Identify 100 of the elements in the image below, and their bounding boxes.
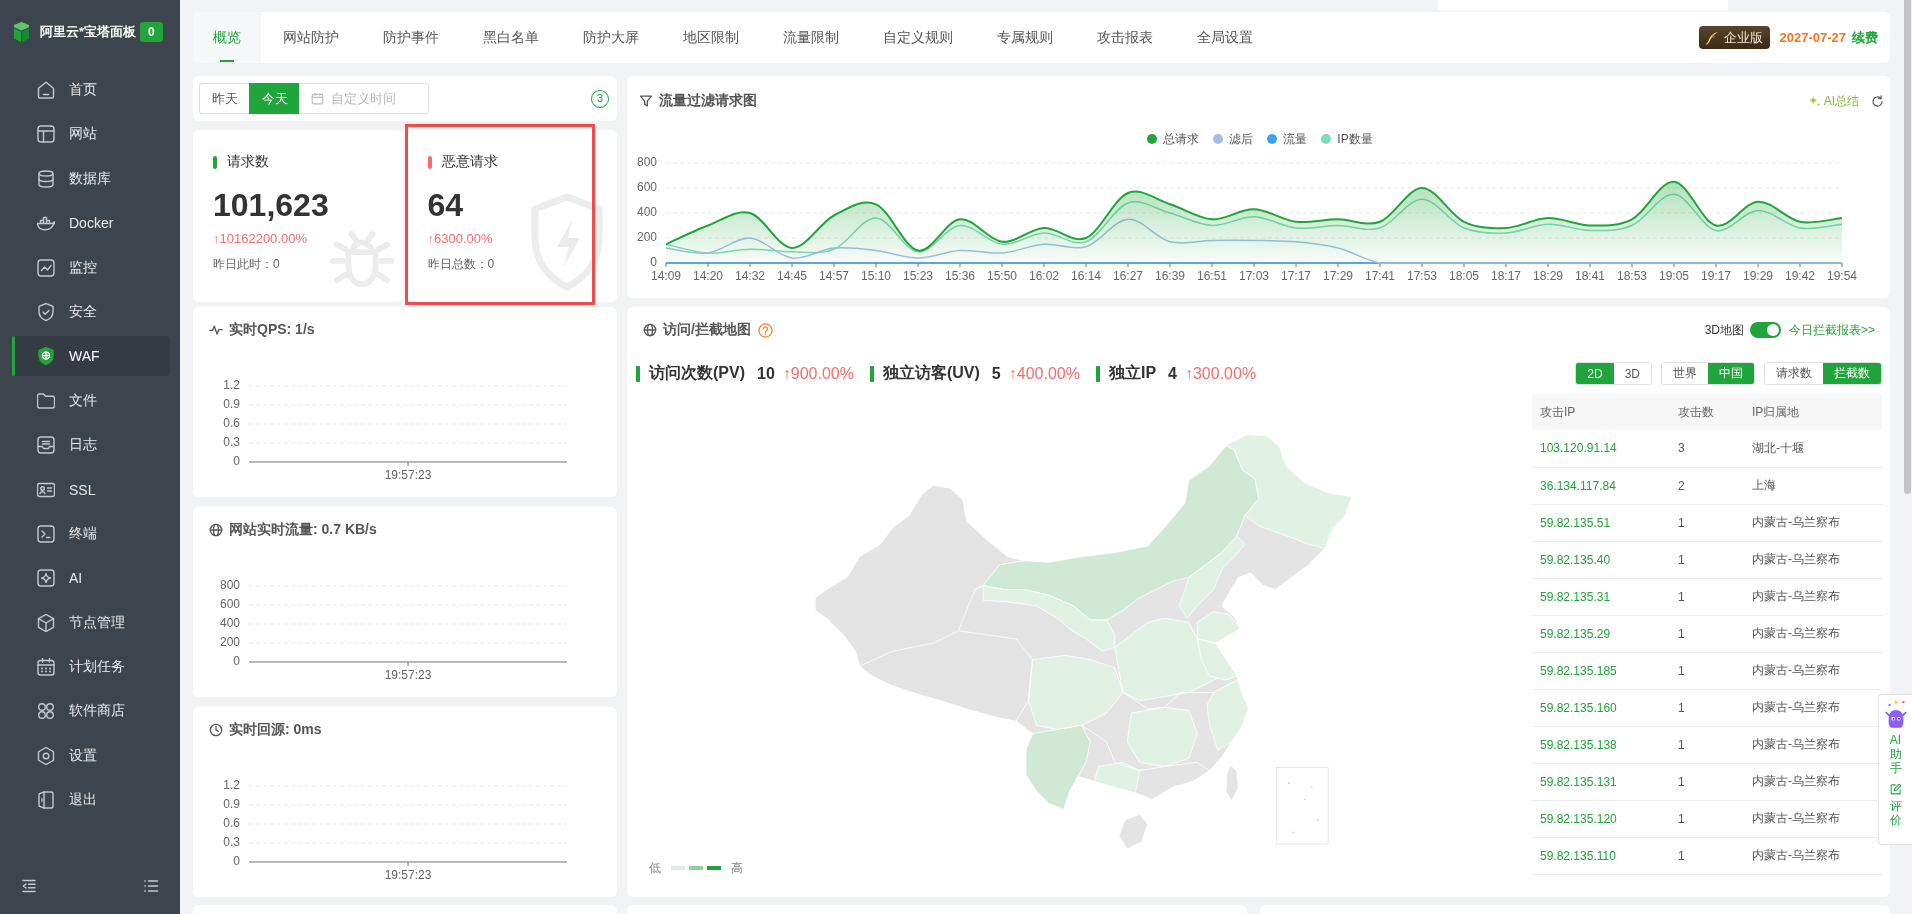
x-axis-label: 19:42 — [1785, 269, 1815, 284]
table-cell: 上海 — [1752, 478, 1776, 492]
y-axis-label: 0 — [233, 854, 240, 869]
table-cell: 1 — [1678, 774, 1685, 789]
table-cell: 内蒙古-乌兰察布 — [1752, 700, 1840, 714]
stat-change: ↑400.00% — [1008, 364, 1080, 383]
x-axis-label: 19:17 — [1701, 269, 1731, 284]
table-cell: 内蒙古-乌兰察布 — [1752, 811, 1840, 825]
stat-change: ↑6300.00% — [427, 231, 493, 247]
y-axis-label: 600 — [636, 180, 657, 195]
table-cell: 1 — [1678, 589, 1685, 604]
x-axis-label: 18:17 — [1491, 269, 1521, 284]
stat-value: 101,623 — [213, 187, 329, 223]
table-cell: 1 — [1678, 737, 1685, 752]
y-axis-label: 0.6 — [223, 416, 240, 431]
column-header: 攻击数 — [1670, 394, 1744, 430]
x-axis-label: 14:57 — [819, 269, 849, 284]
column-header: 攻击IP — [1532, 394, 1670, 430]
table-cell: 内蒙古-乌兰察布 — [1752, 589, 1840, 603]
legend-label: 总请求 — [1163, 130, 1200, 148]
stat-change: ↑300.00% — [1184, 364, 1257, 383]
y-axis-label: 200 — [219, 635, 240, 650]
brand-title: 阿里云*宝塔面板 — [40, 23, 137, 41]
table-cell: 内蒙古-乌兰察布 — [1752, 737, 1840, 751]
x-axis-label: 19:29 — [1743, 269, 1773, 284]
x-axis-label: 15:50 — [987, 269, 1017, 284]
x-axis-label: 17:17 — [1281, 269, 1311, 284]
stat-title: 请求数 — [227, 153, 269, 171]
x-axis-label: 14:45 — [777, 269, 807, 284]
map-title: 访问/拦截地图 — [663, 321, 751, 339]
chart-title: 网站实时流量: 0.7 KB/s — [229, 521, 377, 539]
toggle-label: 3D地图 — [1704, 321, 1744, 339]
x-axis-label: 18:53 — [1617, 269, 1647, 284]
y-axis-label: 0.9 — [223, 797, 240, 812]
chart-title: 实时QPS: 1/s — [229, 321, 315, 339]
table-cell: 1 — [1678, 848, 1685, 863]
table-cell: 内蒙古-乌兰察布 — [1752, 626, 1840, 640]
stat-value: 4 — [1168, 364, 1177, 383]
x-axis-label: 16:27 — [1113, 269, 1143, 284]
legend-label: IP数量 — [1337, 130, 1373, 148]
table-cell: 1 — [1678, 626, 1685, 641]
table-cell: 内蒙古-乌兰察布 — [1752, 515, 1840, 529]
legend-label: 流量 — [1283, 130, 1308, 148]
chart-title: 流量过滤请求图 — [659, 92, 757, 110]
x-axis-label: 19:54 — [1827, 269, 1857, 284]
x-axis-label: 18:05 — [1449, 269, 1479, 284]
stat-label: 访问次数(PV) — [649, 363, 745, 383]
table-cell: 3 — [1678, 441, 1685, 456]
y-axis-label: 400 — [636, 205, 657, 220]
x-axis-label: 14:09 — [651, 269, 681, 284]
x-axis-label: 15:36 — [945, 269, 975, 284]
x-axis-label: 19:57:23 — [384, 468, 432, 483]
table-cell: 2 — [1678, 478, 1685, 493]
y-axis-label: 800 — [219, 578, 240, 593]
stat-value: 5 — [991, 364, 1001, 383]
y-axis-label: 800 — [636, 155, 657, 170]
y-axis-label: 600 — [219, 597, 240, 612]
table-cell: 1 — [1678, 700, 1685, 715]
table-cell: 1 — [1678, 663, 1685, 678]
x-axis-label: 19:05 — [1659, 269, 1689, 284]
x-axis-label: 17:53 — [1407, 269, 1437, 284]
y-axis-label: 400 — [219, 616, 240, 631]
table-cell: 1 — [1678, 811, 1685, 826]
stat-label: 独立访客(UV) — [882, 363, 980, 383]
x-axis-label: 17:29 — [1323, 269, 1353, 284]
legend-label: 滤后 — [1229, 130, 1254, 148]
x-axis-label: 19:57:23 — [384, 668, 432, 683]
stat-change: ↑10162200.00% — [213, 231, 307, 247]
x-axis-label: 14:32 — [735, 269, 765, 284]
y-axis-label: 0.3 — [223, 435, 240, 450]
table-cell: 内蒙古-乌兰察布 — [1752, 848, 1840, 862]
legend-label: 高 — [731, 859, 743, 877]
y-axis-label: 0 — [233, 654, 240, 669]
x-axis-label: 18:29 — [1533, 269, 1563, 284]
x-axis-label: 16:14 — [1071, 269, 1101, 284]
y-axis-label: 0 — [650, 255, 657, 270]
stat-value: 10 — [757, 364, 775, 383]
y-axis-label: 1.2 — [223, 778, 240, 793]
y-axis-label: 1.2 — [223, 378, 240, 393]
table-cell: 1 — [1678, 515, 1685, 530]
table-cell: 内蒙古-乌兰察布 — [1752, 552, 1840, 566]
x-axis-label: 16:39 — [1155, 269, 1185, 284]
y-axis-label: 0.9 — [223, 397, 240, 412]
stat-title: 恶意请求 — [441, 153, 498, 171]
x-axis-label: 16:02 — [1029, 269, 1059, 284]
legend-label: 低 — [649, 859, 661, 877]
table-cell: 内蒙古-乌兰察布 — [1752, 663, 1840, 677]
table-cell: 1 — [1678, 552, 1685, 567]
expiry-date: 2027-07-27 — [1779, 30, 1846, 45]
x-axis-label: 17:03 — [1239, 269, 1269, 284]
x-axis-label: 17:41 — [1365, 269, 1395, 284]
y-axis-label: 0.3 — [223, 835, 240, 850]
table-cell: 内蒙古-乌兰察布 — [1752, 774, 1840, 788]
stat-label: 独立IP — [1108, 363, 1157, 383]
column-header: IP归属地 — [1744, 394, 1882, 430]
y-axis-label: 0.6 — [223, 816, 240, 831]
count-badge: 0 — [140, 22, 163, 42]
stat-comparison: 昨日总数：0 — [427, 256, 495, 272]
stat-change: ↑900.00% — [782, 364, 854, 383]
stat-comparison: 昨日此时：0 — [213, 256, 280, 272]
